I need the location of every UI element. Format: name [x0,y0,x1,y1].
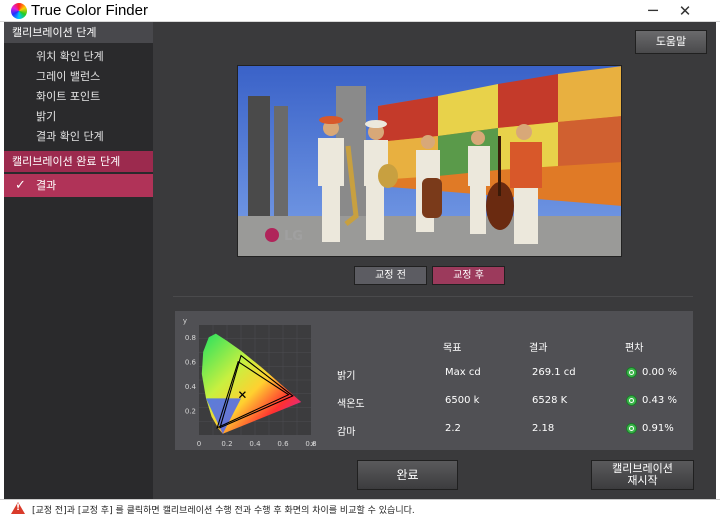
sidebar-section-complete: 캘리브레이션 완료 단계 [4,151,153,172]
results-panel: 0 0.2 0.4 0.6 0.8 0.2 0.4 0.6 0.8 x y 목표 결과 편차 밝기 … [174,310,694,451]
row-deviation-brightness: 0.00 % [642,367,677,378]
ok-status-icon [626,423,637,434]
x-tick-label: 0.6 [277,440,289,448]
close-button[interactable]: ✕ [673,1,697,21]
header-target: 목표 [443,343,462,354]
band-scene-illustration: LG [238,66,621,256]
divider [173,296,693,297]
row-label-color-temp: 색온도 [337,399,365,410]
x-axis-label: x [311,440,315,448]
row-label-gamma: 감마 [337,427,356,438]
minimize-button[interactable]: ─ [642,1,664,21]
ok-status-icon [626,395,637,406]
row-deviation-color-temp: 0.43 % [642,395,677,406]
app-title: True Color Finder [31,2,148,19]
row-target-gamma: 2.2 [445,423,461,434]
row-result-brightness: 269.1 cd [532,367,576,378]
main-panel: 도움말 LG 교정 전 교정 후 0 0.2 0.4 0.6 0.8 0.2 0… [153,22,716,499]
header-result: 결과 [529,343,548,354]
sidebar: 캘리브레이션 단계 위치 확인 단계 그레이 밸런스 화이트 포인트 밝기 결과… [4,22,153,499]
sidebar-item-position-check[interactable]: 위치 확인 단계 [4,47,153,67]
sidebar-section-calibration: 캘리브레이션 단계 [4,22,153,43]
row-result-gamma: 2.18 [532,423,555,434]
status-bar: ! [교정 전]과 [교정 후] 를 클릭하면 캘리브레이션 수행 전과 수행 … [0,499,720,517]
sidebar-item-result[interactable]: ✓ 결과 [4,174,153,197]
cie-chromaticity-chart: 0 0.2 0.4 0.6 0.80.20.40.60.8xy [183,317,317,448]
recalibrate-button[interactable]: 캘리브레이션 재시작 [591,460,694,490]
row-target-brightness: Max cd [445,367,481,378]
y-axis-label: y [183,317,187,325]
y-tick-label: 0.6 [185,359,197,367]
sidebar-item-label: 결과 [36,179,57,192]
x-tick-label: 0.2 [221,440,232,448]
title-bar: True Color Finder ─ ✕ [0,0,720,22]
lg-watermark: LG [284,229,303,244]
status-text: [교정 전]과 [교정 후] 를 클릭하면 캘리브레이션 수행 전과 수행 후 … [32,506,415,516]
sidebar-item-white-point[interactable]: 화이트 포인트 [4,87,153,107]
x-tick-label: 0.4 [249,440,261,448]
y-tick-label: 0.2 [185,408,196,416]
app-body: 캘리브레이션 단계 위치 확인 단계 그레이 밸런스 화이트 포인트 밝기 결과… [4,22,716,499]
sidebar-item-result-check[interactable]: 결과 확인 단계 [4,127,153,147]
preview-image: LG [237,65,622,257]
y-tick-label: 0.8 [185,334,196,342]
app-logo-icon [11,3,27,19]
row-result-color-temp: 6528 K [532,395,568,406]
done-button[interactable]: 완료 [357,460,458,490]
row-target-color-temp: 6500 k [445,395,480,406]
sidebar-item-brightness[interactable]: 밝기 [4,107,153,127]
header-deviation: 편차 [625,343,644,354]
warning-mark: ! [16,503,21,513]
after-calibration-button[interactable]: 교정 후 [432,266,505,285]
row-deviation-gamma: 0.91% [642,423,674,434]
ok-status-icon [626,367,637,378]
sidebar-item-gray-balance[interactable]: 그레이 밸런스 [4,67,153,87]
help-button[interactable]: 도움말 [635,30,707,54]
check-icon: ✓ [15,178,26,193]
recalibrate-label-line2: 재시작 [627,474,658,487]
x-tick-label: 0 [197,440,201,448]
y-tick-label: 0.4 [185,383,197,391]
before-calibration-button[interactable]: 교정 전 [354,266,427,285]
row-label-brightness: 밝기 [337,371,356,382]
